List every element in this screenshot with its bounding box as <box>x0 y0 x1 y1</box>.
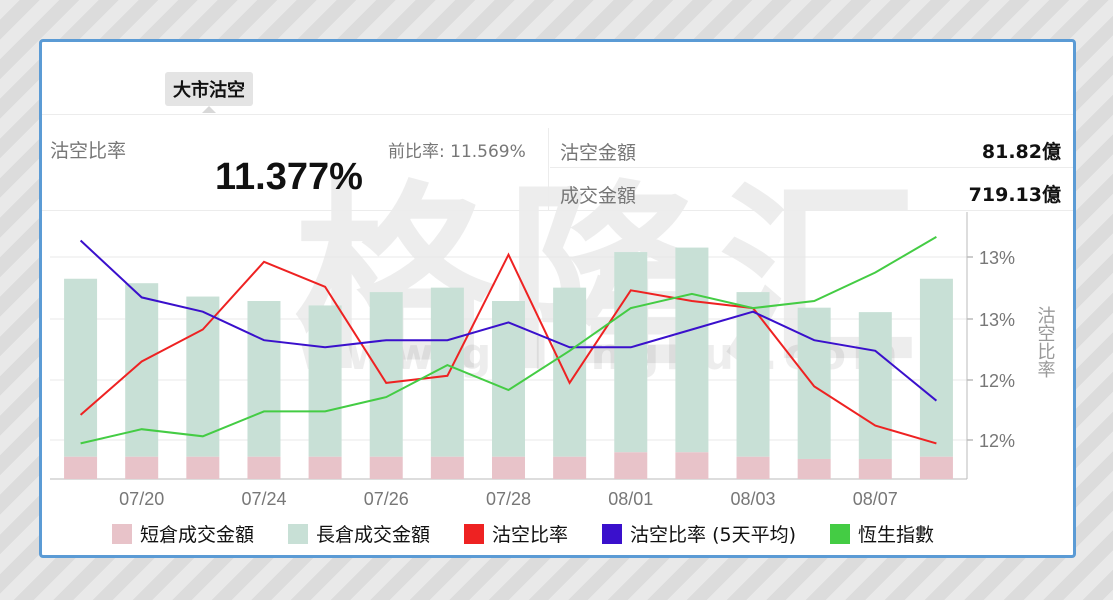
bar-short <box>186 456 220 479</box>
legend-swatch <box>112 523 132 544</box>
y2-tick-label: 12% <box>979 431 1015 451</box>
bar-long <box>614 252 648 453</box>
bar-long <box>492 301 525 457</box>
bar-long <box>919 278 953 457</box>
bar-short <box>308 456 342 479</box>
bar-short <box>430 456 464 479</box>
bar-short <box>247 456 281 479</box>
y2-tick-label: 13% <box>979 248 1015 268</box>
legend-item[interactable]: 短倉成交金額 <box>112 520 254 547</box>
bar-long <box>64 278 98 457</box>
chart-plot: 13% 13% 12% 12% 沽空比率 07/20 07/24 07/26 07/28 08/0… <box>50 212 1056 509</box>
x-tick-label: 08/07 <box>853 489 898 509</box>
bar-long <box>369 292 403 457</box>
legend-label: 沽空比率 <box>492 524 569 546</box>
bar-long <box>858 312 892 459</box>
bar-long <box>308 305 342 457</box>
legend-item[interactable]: 恆生指數 <box>830 520 934 547</box>
bar-short <box>553 456 587 479</box>
bar-long <box>675 247 709 453</box>
bar-long <box>186 296 220 457</box>
legend-label: 沽空比率 (5天平均) <box>630 524 797 546</box>
legend-item[interactable]: 沽空比率 <box>464 520 568 547</box>
x-tick-label: 07/26 <box>364 489 409 509</box>
y2-tick-label: 13% <box>979 310 1015 330</box>
bar-short <box>64 456 98 479</box>
legend-swatch <box>464 523 485 544</box>
x-tick-label: 07/24 <box>241 489 286 509</box>
bar-short <box>736 456 770 479</box>
legend-label: 恆生指數 <box>858 524 935 546</box>
bar-short <box>125 456 159 479</box>
legend-item[interactable]: 長倉成交金額 <box>288 520 430 547</box>
legend-swatch <box>830 523 851 544</box>
bar-short <box>492 456 525 479</box>
bar-long <box>797 307 831 459</box>
bar-long <box>553 287 587 457</box>
bar-short <box>369 456 403 479</box>
legend-label: 長倉成交金額 <box>316 524 431 546</box>
legend-swatch <box>602 523 623 544</box>
bar-short <box>919 456 953 479</box>
bar-short <box>614 452 648 479</box>
legend-label: 短倉成交金額 <box>140 524 255 546</box>
bar-short <box>797 458 831 479</box>
bar-short <box>675 452 709 479</box>
legend: 短倉成交金額 長倉成交金額 沽空比率 沽空比率 (5天平均) 恆生指數 <box>112 520 968 547</box>
x-tick-label: 08/01 <box>608 489 653 509</box>
x-tick-label: 08/03 <box>731 489 776 509</box>
legend-swatch <box>288 523 309 544</box>
y2-axis-label: 沽空比率 <box>1035 306 1056 378</box>
x-tick-label: 07/28 <box>486 489 531 509</box>
bar-long <box>247 301 281 457</box>
chart-panel: 格隆汇 www.gelonghui.com 大市沽空 沽空比率 前比率: 11.… <box>39 39 1076 558</box>
legend-item[interactable]: 沽空比率 (5天平均) <box>602 520 796 547</box>
x-tick-label: 07/20 <box>119 489 164 509</box>
y2-tick-label: 12% <box>979 371 1015 391</box>
bar-short <box>858 458 892 479</box>
